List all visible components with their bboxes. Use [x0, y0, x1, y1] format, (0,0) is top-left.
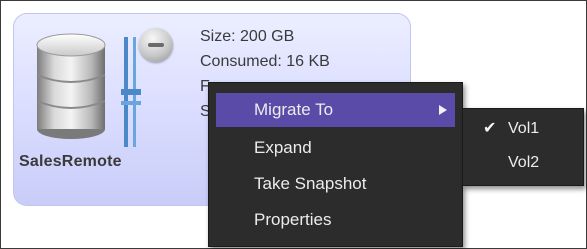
context-menu: Migrate To Expand Take Snapshot Properti… — [208, 82, 463, 247]
menu-item-label: Properties — [254, 210, 332, 229]
checkmark-icon: ✔ — [483, 120, 497, 137]
storage-connector-icon — [121, 37, 141, 147]
database-icon — [36, 33, 106, 139]
volume-consumed-text: Consumed: 16 KB — [200, 53, 330, 70]
submenu-item-vol2[interactable]: Vol2 — [463, 147, 583, 179]
menu-item-migrate-to[interactable]: Migrate To — [216, 93, 455, 127]
submenu-item-label: Vol2 — [508, 154, 540, 171]
menu-item-properties[interactable]: Properties — [209, 203, 462, 237]
menu-item-take-snapshot[interactable]: Take Snapshot — [209, 167, 462, 201]
minus-circle-icon — [148, 43, 164, 47]
volume-size-text: Size: 200 GB — [200, 28, 295, 45]
remove-volume-button[interactable] — [139, 28, 173, 62]
submenu-item-vol1[interactable]: ✔ Vol1 — [463, 113, 583, 145]
migrate-to-submenu: ✔ Vol1 Vol2 — [462, 108, 584, 186]
menu-item-label: Expand — [254, 138, 312, 157]
volume-name: SalesRemote — [19, 153, 122, 170]
submenu-item-label: Vol1 — [508, 120, 540, 137]
menu-item-label: Migrate To — [254, 100, 334, 119]
menu-item-label: Take Snapshot — [254, 174, 367, 193]
triangle-right-icon — [439, 105, 447, 115]
menu-item-expand[interactable]: Expand — [209, 131, 462, 165]
